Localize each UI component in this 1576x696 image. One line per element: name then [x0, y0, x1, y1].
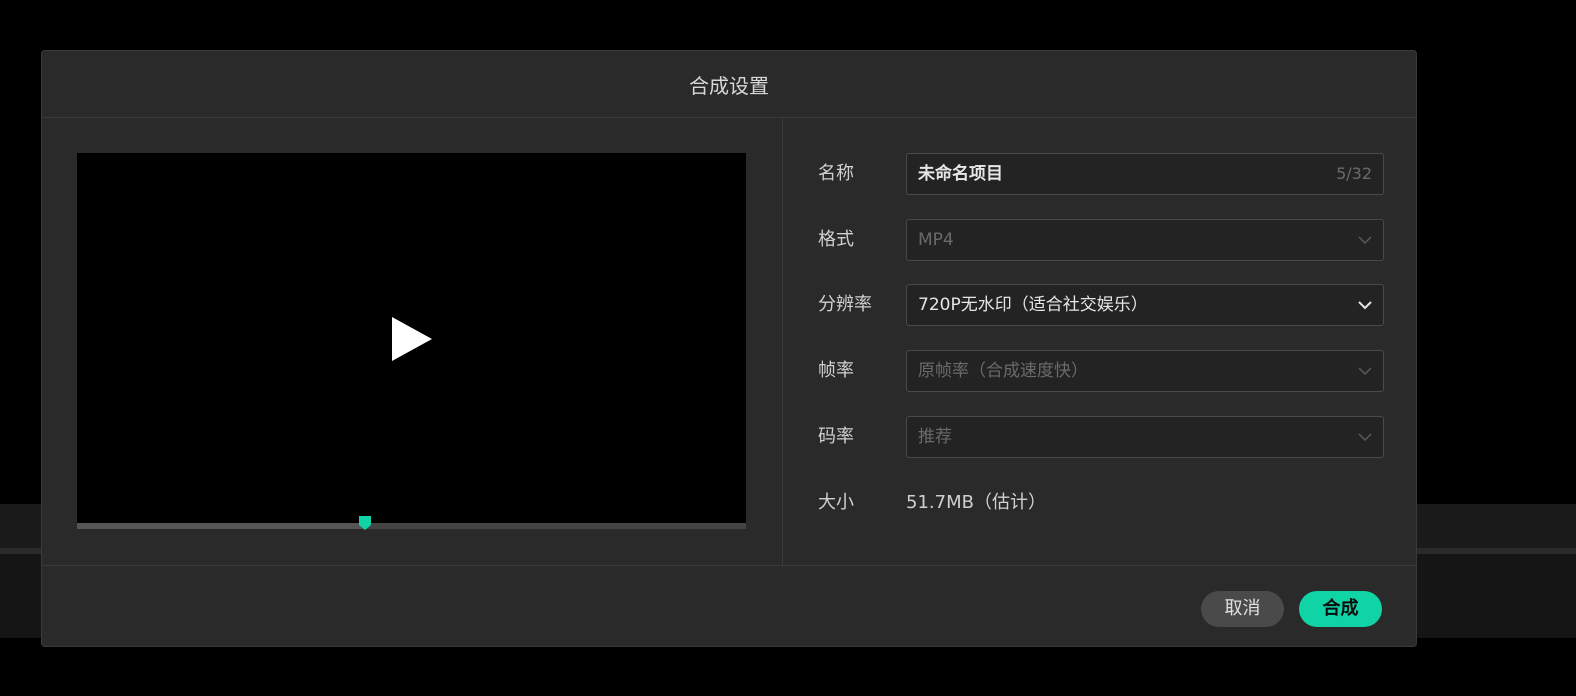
- preview-pane: [42, 117, 783, 565]
- dialog-title: 合成设置: [689, 73, 769, 98]
- size-label: 大小: [818, 492, 854, 513]
- progress-thumb[interactable]: [358, 515, 372, 531]
- resolution-value: 720P无水印（适合社交娱乐）: [918, 295, 1148, 315]
- name-char-counter: 5/32: [1336, 164, 1372, 183]
- cancel-button[interactable]: 取消: [1201, 591, 1284, 627]
- progress-fill: [77, 523, 365, 529]
- framerate-value: 原帧率（合成速度快）: [918, 361, 1088, 381]
- compose-button[interactable]: 合成: [1299, 591, 1382, 627]
- size-row: 大小 51.7MB（估计）: [818, 482, 1384, 524]
- bitrate-label: 码率: [818, 426, 854, 447]
- bitrate-select[interactable]: 推荐: [906, 416, 1384, 458]
- name-input[interactable]: 未命名项目 5/32: [906, 153, 1384, 195]
- framerate-label: 帧率: [818, 360, 854, 381]
- format-select[interactable]: MP4: [906, 219, 1384, 261]
- chevron-down-icon: [1358, 433, 1372, 442]
- video-preview[interactable]: [77, 153, 746, 523]
- compose-settings-dialog: 合成设置 名称 未命名项目 5/32 格式 MP4 分辨率 720P无水印（适合…: [41, 50, 1417, 647]
- size-value: 51.7MB（估计）: [906, 492, 1046, 513]
- bitrate-value: 推荐: [918, 427, 952, 447]
- play-icon[interactable]: [390, 315, 434, 363]
- preview-progress-bar[interactable]: [77, 516, 746, 530]
- chevron-down-icon: [1358, 301, 1372, 310]
- name-label: 名称: [818, 163, 854, 184]
- resolution-row: 分辨率 720P无水印（适合社交娱乐）: [818, 284, 1384, 326]
- format-value: MP4: [918, 230, 954, 250]
- resolution-select[interactable]: 720P无水印（适合社交娱乐）: [906, 284, 1384, 326]
- framerate-row: 帧率 原帧率（合成速度快）: [818, 350, 1384, 392]
- dialog-header: 合成设置: [42, 51, 1416, 118]
- chevron-down-icon: [1358, 367, 1372, 376]
- dialog-footer: 取消 合成: [42, 565, 1416, 648]
- resolution-label: 分辨率: [818, 294, 872, 315]
- settings-form: 名称 未命名项目 5/32 格式 MP4 分辨率 720P无水印（适合社交娱乐）: [783, 117, 1418, 565]
- bitrate-row: 码率 推荐: [818, 416, 1384, 458]
- format-label: 格式: [818, 229, 854, 250]
- framerate-select[interactable]: 原帧率（合成速度快）: [906, 350, 1384, 392]
- format-row: 格式 MP4: [818, 219, 1384, 261]
- chevron-down-icon: [1358, 236, 1372, 245]
- name-value: 未命名项目: [918, 164, 1003, 184]
- name-row: 名称 未命名项目 5/32: [818, 153, 1384, 195]
